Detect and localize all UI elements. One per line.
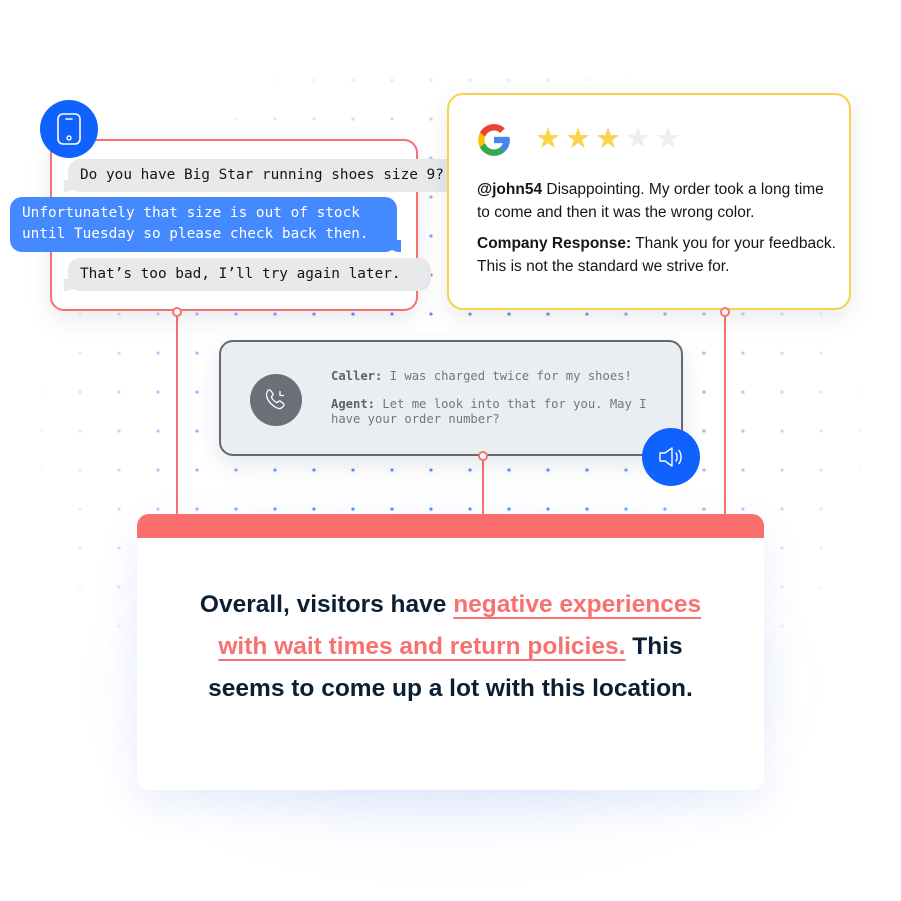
connector-node-review: [720, 307, 730, 317]
insight-summary-card: Overall, visitors have negative experien…: [137, 514, 764, 790]
speaker-volume-icon: [659, 447, 682, 467]
star-icon-empty: ★: [655, 123, 681, 155]
call-transcript-card: Caller: I was charged twice for my shoes…: [219, 340, 683, 456]
summary-text-before: Overall, visitors have: [199, 591, 454, 618]
call-line-text: I was charged twice for my shoes!: [382, 369, 632, 383]
connector-node-call: [478, 451, 488, 461]
chat-message-customer: Do you have Big Star running shoes size …: [64, 159, 478, 192]
company-response-label: Company Response:: [477, 235, 632, 252]
call-line-caller: Caller: I was charged twice for my shoes…: [331, 369, 671, 384]
star-icon-filled: ★: [535, 123, 561, 155]
connector-review: [724, 312, 726, 516]
star-icon-filled: ★: [595, 123, 621, 155]
google-logo-icon: [478, 124, 510, 156]
call-line-agent: Agent: Let me look into that for you. Ma…: [331, 397, 671, 427]
call-line-text: Let me look into that for you. May I hav…: [331, 397, 647, 426]
call-speaker-label: Caller:: [331, 369, 383, 383]
mobile-phone-icon: [57, 113, 81, 145]
connector-chat: [176, 312, 178, 516]
star-icon-empty: ★: [625, 123, 651, 155]
call-channel-badge: [250, 374, 302, 426]
review-author: @john54: [477, 181, 543, 198]
star-icon-filled: ★: [565, 123, 591, 155]
call-speaker-label: Agent:: [331, 397, 376, 411]
company-response: Company Response: Thank you for your fee…: [477, 232, 837, 278]
connector-node-chat: [172, 307, 182, 317]
chat-channel-badge: [40, 100, 98, 158]
audio-playback-button[interactable]: [642, 428, 700, 486]
review-body: @john54 Disappointing. My order took a l…: [477, 178, 837, 224]
connector-call: [482, 456, 484, 516]
chat-message-agent: Unfortunately that size is out of stock …: [10, 197, 401, 252]
phone-call-icon: [265, 389, 285, 410]
summary-text: Overall, visitors have negative experien…: [177, 584, 724, 710]
star-rating: ★ ★ ★ ★ ★: [534, 123, 682, 155]
chat-message-customer: That’s too bad, I’ll try again later.: [64, 258, 431, 291]
google-review-card: ★ ★ ★ ★ ★ @john54 Disappointing. My orde…: [447, 93, 851, 310]
summary-header-bar: [137, 514, 764, 538]
